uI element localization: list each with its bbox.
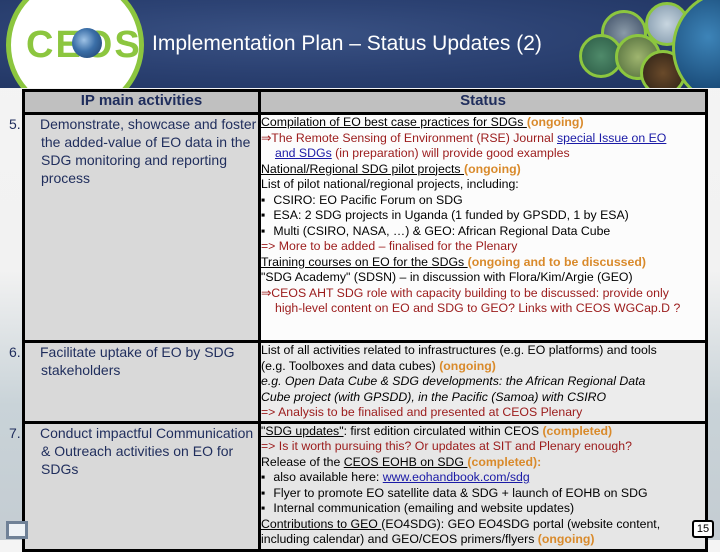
list-item: Internal communication (emailing and web…	[261, 501, 705, 517]
table-row: 5. Demonstrate, showcase and foster the a…	[9, 112, 708, 343]
status-note: => More to be added – finalised for the …	[261, 239, 518, 253]
activity-number: 5.	[9, 116, 21, 132]
page-number: 15	[692, 520, 714, 538]
activity-cell: 5. Demonstrate, showcase and foster the a…	[9, 112, 261, 343]
column-header-status: Status	[258, 89, 708, 115]
status-note: (in preparation) will provide good examp…	[331, 146, 570, 160]
status-heading: Compilation of EO best case practices fo…	[261, 115, 527, 129]
status-note: => Analysis to be finalised and presente…	[261, 405, 583, 419]
status-text: :	[537, 454, 542, 469]
list-item: ESA: 2 SDG projects in Uganda (1 funded …	[261, 208, 705, 224]
status-text: (e.g. Toolboxes and data cubes)	[261, 358, 440, 373]
status-badge: (ongoing)	[464, 161, 521, 176]
status-heading: CEOS EOHB on SDG	[343, 454, 468, 469]
list-item: Flyer to promote EO satellite data & SDG…	[261, 486, 705, 502]
status-text: : first edition circulated within CEOS	[343, 423, 543, 438]
activity-number: 6.	[9, 344, 21, 360]
status-badge: (completed)	[467, 454, 538, 469]
status-heading: National/Regional SDG pilot projects	[261, 161, 465, 176]
status-text: Release of the	[261, 454, 344, 469]
status-heading: Contributions to GEO	[261, 516, 382, 531]
slide-header: CEOS Implementation Plan – Status Update…	[0, 0, 720, 88]
list-item: Multi (CSIRO, NASA, …) & GEO: African Re…	[261, 224, 705, 240]
status-text: (EO4SDG): GEO EO4SDG portal (website con…	[381, 516, 661, 531]
status-text: "SDG Academy" (SDSN) – in discussion wit…	[261, 270, 633, 284]
status-heading: Training courses on EO for the SDGs	[261, 254, 468, 269]
column-header-activities: IP main activities	[22, 89, 261, 115]
special-issue-link-cont[interactable]: and SDGs	[275, 146, 332, 160]
status-badge: (ongoing and to be discussed)	[467, 254, 646, 269]
slide-title: Implementation Plan – Status Updates (2)	[152, 32, 542, 55]
status-cell: Compilation of EO best case practices fo…	[258, 112, 708, 343]
activity-text: Demonstrate, showcase and foster the add…	[40, 116, 257, 186]
status-badge: (completed)	[542, 423, 613, 438]
eohandbook-link[interactable]: www.eohandbook.com/sdg	[383, 470, 530, 484]
status-badge: (ongoing)	[526, 115, 584, 129]
status-note: => Is it worth pursuing this? Or updates…	[261, 439, 632, 453]
status-note: ⇒The Remote Sensing of Environment (RSE)…	[261, 130, 557, 145]
list-item: CSIRO: EO Pacific Forum on SDG	[261, 193, 705, 209]
status-note: ⇒CEOS AHT SDG role with capacity buildin…	[261, 285, 669, 300]
status-table: IP main activities Status 5. Demonstrate,…	[9, 89, 708, 552]
status-cell: "SDG updates": first edition circulated …	[258, 420, 708, 552]
status-text: including calendar) and GEO/CEOS primers…	[261, 532, 538, 546]
status-example: Cube project (with GPSDD), in the Pacifi…	[261, 389, 607, 404]
table-row: 7. Conduct impactful Communication & Outr…	[9, 420, 708, 552]
activity-cell: 6. Facilitate uptake of EO by SDG stakeho…	[9, 340, 261, 424]
slide-nav-icon	[6, 521, 28, 539]
status-cell: List of all activities related to infras…	[258, 340, 708, 424]
status-note: high-level content on EO and SDG to GEO?…	[275, 301, 681, 315]
status-text: List of all activities related to infras…	[261, 343, 657, 357]
activity-number: 7.	[9, 424, 21, 441]
status-badge: (ongoing)	[439, 358, 496, 373]
table-row: 6. Facilitate uptake of EO by SDG stakeho…	[9, 340, 708, 424]
globe-icon	[72, 28, 102, 58]
status-text: List of pilot national/regional projects…	[261, 177, 519, 191]
activity-cell: 7. Conduct impactful Communication & Outr…	[9, 420, 261, 552]
list-item: also available here: www.eohandbook.com/…	[261, 470, 705, 486]
table-header-row: IP main activities Status	[22, 89, 708, 115]
status-example: e.g. Open Data Cube & SDG developments: …	[261, 374, 646, 388]
special-issue-link[interactable]: special Issue on EO	[557, 131, 666, 145]
status-heading: "SDG updates"	[261, 423, 344, 438]
activity-text: Conduct impactful Communication & Outrea…	[40, 424, 254, 477]
status-badge: (ongoing)	[537, 532, 595, 546]
activity-text: Facilitate uptake of EO by SDG stakehold…	[40, 344, 235, 378]
status-text: also available here:	[273, 470, 383, 484]
